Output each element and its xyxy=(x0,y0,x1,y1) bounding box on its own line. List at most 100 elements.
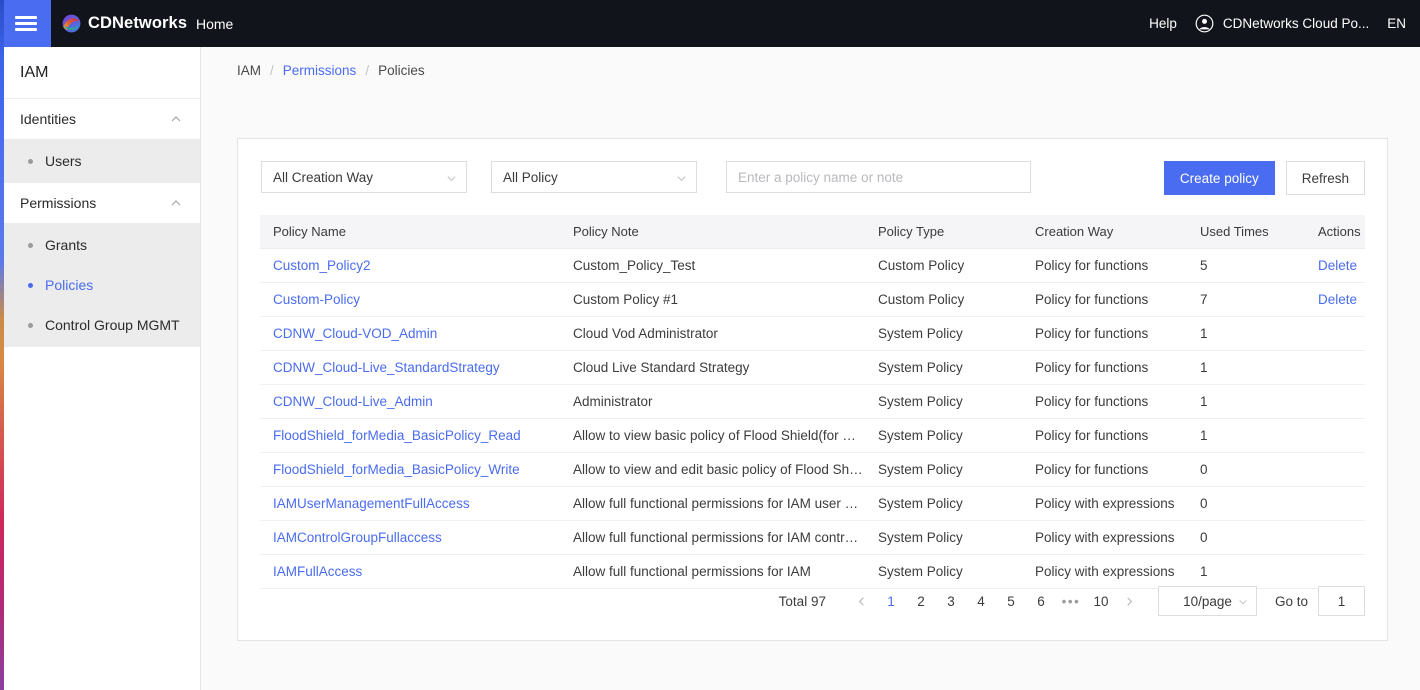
pagination-total: Total 97 xyxy=(779,594,826,609)
cell-action-delete xyxy=(1305,316,1365,350)
cell-action-delete xyxy=(1305,384,1365,418)
cell-creation-way: Policy with expressions xyxy=(1022,554,1187,588)
cell-used-times: 5 xyxy=(1187,248,1305,282)
cell-policy-name-link[interactable]: IAMControlGroupFullaccess xyxy=(273,530,442,545)
pagination-prev-button[interactable] xyxy=(848,587,876,615)
main-content: IAM / Permissions / Policies All Creatio… xyxy=(201,47,1420,690)
cell-policy-name-link[interactable]: FloodShield_forMedia_BasicPolicy_Read xyxy=(273,428,521,443)
cell-action-delete xyxy=(1305,554,1365,588)
cell-policy-type: System Policy xyxy=(865,452,1022,486)
sidebar-item-label: Control Group MGMT xyxy=(45,317,180,333)
top-header: CDNetworks Home Help CDNetworks Cloud Po… xyxy=(0,0,1420,47)
cell-creation-way: Policy for functions xyxy=(1022,248,1187,282)
cell-policy-type: System Policy xyxy=(865,520,1022,554)
cell-policy-name[interactable]: FloodShield_forMedia_BasicPolicy_Write xyxy=(260,452,560,486)
table-row: IAMControlGroupFullaccessAllow full func… xyxy=(260,520,1365,554)
cell-policy-note: Allow full functional permissions for IA… xyxy=(560,554,865,588)
sidebar-group-permissions-body: Grants Policies Control Group MGMT xyxy=(4,223,200,347)
cell-action-delete-link[interactable]: Delete xyxy=(1318,258,1357,273)
cell-policy-name[interactable]: CDNW_Cloud-Live_Admin xyxy=(260,384,560,418)
sidebar: IAM Identities Users Permissions Grants … xyxy=(4,47,201,690)
table-row: FloodShield_forMedia_BasicPolicy_ReadAll… xyxy=(260,418,1365,452)
policy-type-select[interactable]: All Policy xyxy=(491,161,697,193)
pagination-last-page[interactable]: 10 xyxy=(1086,587,1116,615)
sidebar-item-control-group-mgmt[interactable]: Control Group MGMT xyxy=(4,305,200,345)
header-right-group: Help CDNetworks Cloud Po... EN xyxy=(1149,0,1406,47)
creation-way-select[interactable]: All Creation Way xyxy=(261,161,467,193)
language-switcher[interactable]: EN xyxy=(1387,16,1406,31)
cell-policy-name-link[interactable]: FloodShield_forMedia_BasicPolicy_Write xyxy=(273,462,520,477)
cell-policy-type: System Policy xyxy=(865,350,1022,384)
page-size-select[interactable]: 10/page xyxy=(1158,586,1257,616)
breadcrumb-permissions-link[interactable]: Permissions xyxy=(283,63,357,78)
pagination-page-1[interactable]: 1 xyxy=(876,587,906,615)
brand-logo-link[interactable]: CDNetworks xyxy=(62,0,187,47)
cell-policy-name-link[interactable]: CDNW_Cloud-VOD_Admin xyxy=(273,326,437,341)
cell-action-delete xyxy=(1305,520,1365,554)
cell-action-delete-link[interactable]: Delete xyxy=(1318,292,1357,307)
pagination-page-3[interactable]: 3 xyxy=(936,587,966,615)
cell-policy-name-link[interactable]: Custom_Policy2 xyxy=(273,258,371,273)
goto-page-input[interactable] xyxy=(1318,586,1365,616)
cell-policy-name[interactable]: FloodShield_forMedia_BasicPolicy_Read xyxy=(260,418,560,452)
pagination-page-6[interactable]: 6 xyxy=(1026,587,1056,615)
sidebar-title: IAM xyxy=(4,47,200,99)
pagination-page-5[interactable]: 5 xyxy=(996,587,1026,615)
cell-policy-name-link[interactable]: Custom-Policy xyxy=(273,292,360,307)
policies-toolbar: All Creation Way All Policy Create polic… xyxy=(238,139,1387,215)
cell-creation-way: Policy for functions xyxy=(1022,350,1187,384)
cell-policy-name[interactable]: IAMFullAccess xyxy=(260,554,560,588)
cell-policy-name-link[interactable]: CDNW_Cloud-Live_Admin xyxy=(273,394,433,409)
cell-policy-note: Custom Policy #1 xyxy=(560,282,865,316)
sidebar-item-grants[interactable]: Grants xyxy=(4,225,200,265)
help-link[interactable]: Help xyxy=(1149,16,1177,31)
create-policy-button[interactable]: Create policy xyxy=(1164,161,1275,195)
sidebar-item-policies[interactable]: Policies xyxy=(4,265,200,305)
pagination-next-button[interactable] xyxy=(1116,587,1144,615)
sidebar-item-users[interactable]: Users xyxy=(4,141,200,181)
column-header-creation-way: Creation Way xyxy=(1022,215,1187,248)
cell-policy-name[interactable]: CDNW_Cloud-Live_StandardStrategy xyxy=(260,350,560,384)
hamburger-menu-icon xyxy=(15,16,37,19)
bullet-icon xyxy=(28,243,33,248)
cell-policy-type: System Policy xyxy=(865,554,1022,588)
cell-used-times: 7 xyxy=(1187,282,1305,316)
policies-table: Policy Name Policy Note Policy Type Crea… xyxy=(260,215,1365,589)
cell-policy-name-link[interactable]: IAMUserManagementFullAccess xyxy=(273,496,470,511)
table-row: CDNW_Cloud-Live_AdminAdministratorSystem… xyxy=(260,384,1365,418)
pagination-ellipsis[interactable]: ••• xyxy=(1056,587,1086,615)
policies-table-head: Policy Name Policy Note Policy Type Crea… xyxy=(260,215,1365,248)
cell-action-delete[interactable]: Delete xyxy=(1305,248,1365,282)
cell-policy-name[interactable]: Custom-Policy xyxy=(260,282,560,316)
hamburger-menu-button[interactable] xyxy=(0,0,51,47)
sidebar-group-permissions[interactable]: Permissions xyxy=(4,183,200,223)
cell-policy-name[interactable]: IAMControlGroupFullaccess xyxy=(260,520,560,554)
breadcrumb-current: Policies xyxy=(378,63,425,78)
cell-policy-name-link[interactable]: CDNW_Cloud-Live_StandardStrategy xyxy=(273,360,500,375)
refresh-button[interactable]: Refresh xyxy=(1286,161,1365,195)
cell-policy-note: Cloud Vod Administrator xyxy=(560,316,865,350)
sidebar-group-identities[interactable]: Identities xyxy=(4,99,200,139)
page-size-value: 10/page xyxy=(1183,594,1232,609)
search-input[interactable] xyxy=(726,161,1031,193)
hamburger-menu-icon xyxy=(15,28,37,31)
table-header-row: Policy Name Policy Note Policy Type Crea… xyxy=(260,215,1365,248)
sidebar-item-label: Grants xyxy=(45,237,87,253)
pagination-page-4[interactable]: 4 xyxy=(966,587,996,615)
cell-policy-type: Custom Policy xyxy=(865,282,1022,316)
breadcrumb-separator: / xyxy=(365,63,369,78)
table-row: IAMUserManagementFullAccessAllow full fu… xyxy=(260,486,1365,520)
cell-policy-name[interactable]: Custom_Policy2 xyxy=(260,248,560,282)
policies-table-body: Custom_Policy2Custom_Policy_TestCustom P… xyxy=(260,248,1365,588)
cell-policy-name[interactable]: IAMUserManagementFullAccess xyxy=(260,486,560,520)
pagination: Total 97 1 2 3 4 5 6 ••• 10 10/page xyxy=(779,586,1365,616)
pagination-page-2[interactable]: 2 xyxy=(906,587,936,615)
nav-home-link[interactable]: Home xyxy=(196,0,233,47)
cell-action-delete[interactable]: Delete xyxy=(1305,282,1365,316)
cell-creation-way: Policy for functions xyxy=(1022,384,1187,418)
account-menu[interactable]: CDNetworks Cloud Po... xyxy=(1195,14,1369,33)
table-row: Custom-Policy Custom Policy #1Custom Poli… xyxy=(260,282,1365,316)
cell-policy-name[interactable]: CDNW_Cloud-VOD_Admin xyxy=(260,316,560,350)
cdnetworks-logo-icon xyxy=(62,14,81,33)
cell-policy-name-link[interactable]: IAMFullAccess xyxy=(273,564,362,579)
